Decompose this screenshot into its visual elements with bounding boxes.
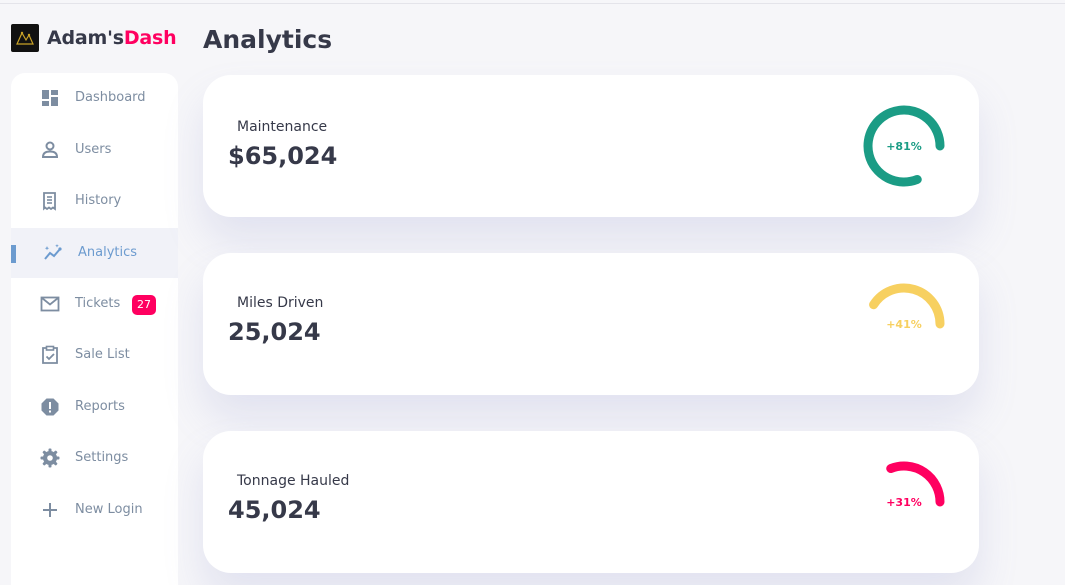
sidebar-item-sale-list[interactable]: Sale List bbox=[11, 335, 178, 375]
brand-accent: Dash bbox=[123, 27, 177, 49]
sidebar-item-dashboard[interactable]: Dashboard bbox=[11, 78, 178, 118]
progress-percent: +81% bbox=[886, 139, 922, 153]
sidebar-item-new-login[interactable]: New Login bbox=[11, 490, 178, 530]
sidebar-item-reports[interactable]: Reports bbox=[11, 387, 178, 427]
card-title: Tonnage Hauled bbox=[237, 473, 350, 489]
analytics-card-maintenance[interactable]: Maintenance $65,024 +81% bbox=[203, 75, 979, 217]
sidebar-item-history[interactable]: History bbox=[11, 181, 178, 221]
receipt-icon bbox=[43, 192, 56, 211]
sidebar-item-label: Analytics bbox=[78, 245, 138, 260]
dashboard-icon bbox=[42, 90, 58, 106]
card-title: Miles Driven bbox=[237, 295, 324, 311]
sidebar-item-label: New Login bbox=[75, 502, 143, 517]
plus-icon bbox=[43, 503, 57, 517]
analytics-card-tonnage-hauled[interactable]: Tonnage Hauled 45,024 +31% bbox=[203, 431, 979, 573]
gear-icon bbox=[40, 448, 60, 468]
brand-name: Adam'sDash bbox=[47, 27, 177, 49]
insights-icon bbox=[44, 244, 62, 260]
mail-icon bbox=[40, 296, 60, 312]
clipboard-check-icon bbox=[42, 345, 58, 364]
sidebar-item-users[interactable]: Users bbox=[11, 130, 178, 170]
brand[interactable]: Adam'sDash bbox=[11, 24, 177, 52]
tickets-count-badge: 27 bbox=[132, 295, 156, 315]
sidebar: Dashboard Users History Analytics Ticket… bbox=[11, 73, 178, 585]
logo bbox=[11, 24, 39, 52]
sidebar-item-label: Tickets bbox=[75, 296, 121, 311]
sidebar-item-label: Dashboard bbox=[75, 90, 146, 105]
sidebar-item-label: Sale List bbox=[75, 347, 130, 362]
card-value: 45,024 bbox=[228, 496, 321, 524]
top-divider bbox=[0, 3, 1065, 4]
sidebar-item-label: Reports bbox=[75, 399, 125, 414]
sidebar-item-label: History bbox=[75, 193, 122, 208]
progress-percent: +41% bbox=[886, 317, 922, 331]
sidebar-item-settings[interactable]: Settings bbox=[11, 438, 178, 478]
card-value: 25,024 bbox=[228, 318, 321, 346]
card-title: Maintenance bbox=[237, 119, 328, 135]
sidebar-item-label: Settings bbox=[75, 450, 129, 465]
card-value: $65,024 bbox=[228, 142, 338, 170]
page-title: Analytics bbox=[203, 25, 333, 54]
sidebar-item-analytics[interactable]: Analytics bbox=[11, 228, 178, 278]
sidebar-item-tickets[interactable]: Tickets 27 bbox=[11, 284, 178, 324]
sidebar-item-label: Users bbox=[75, 142, 112, 157]
active-indicator bbox=[11, 245, 16, 263]
report-icon bbox=[41, 398, 59, 416]
progress-percent: +31% bbox=[886, 495, 922, 509]
user-icon bbox=[41, 141, 59, 158]
analytics-card-miles-driven[interactable]: Miles Driven 25,024 +41% bbox=[203, 253, 979, 395]
